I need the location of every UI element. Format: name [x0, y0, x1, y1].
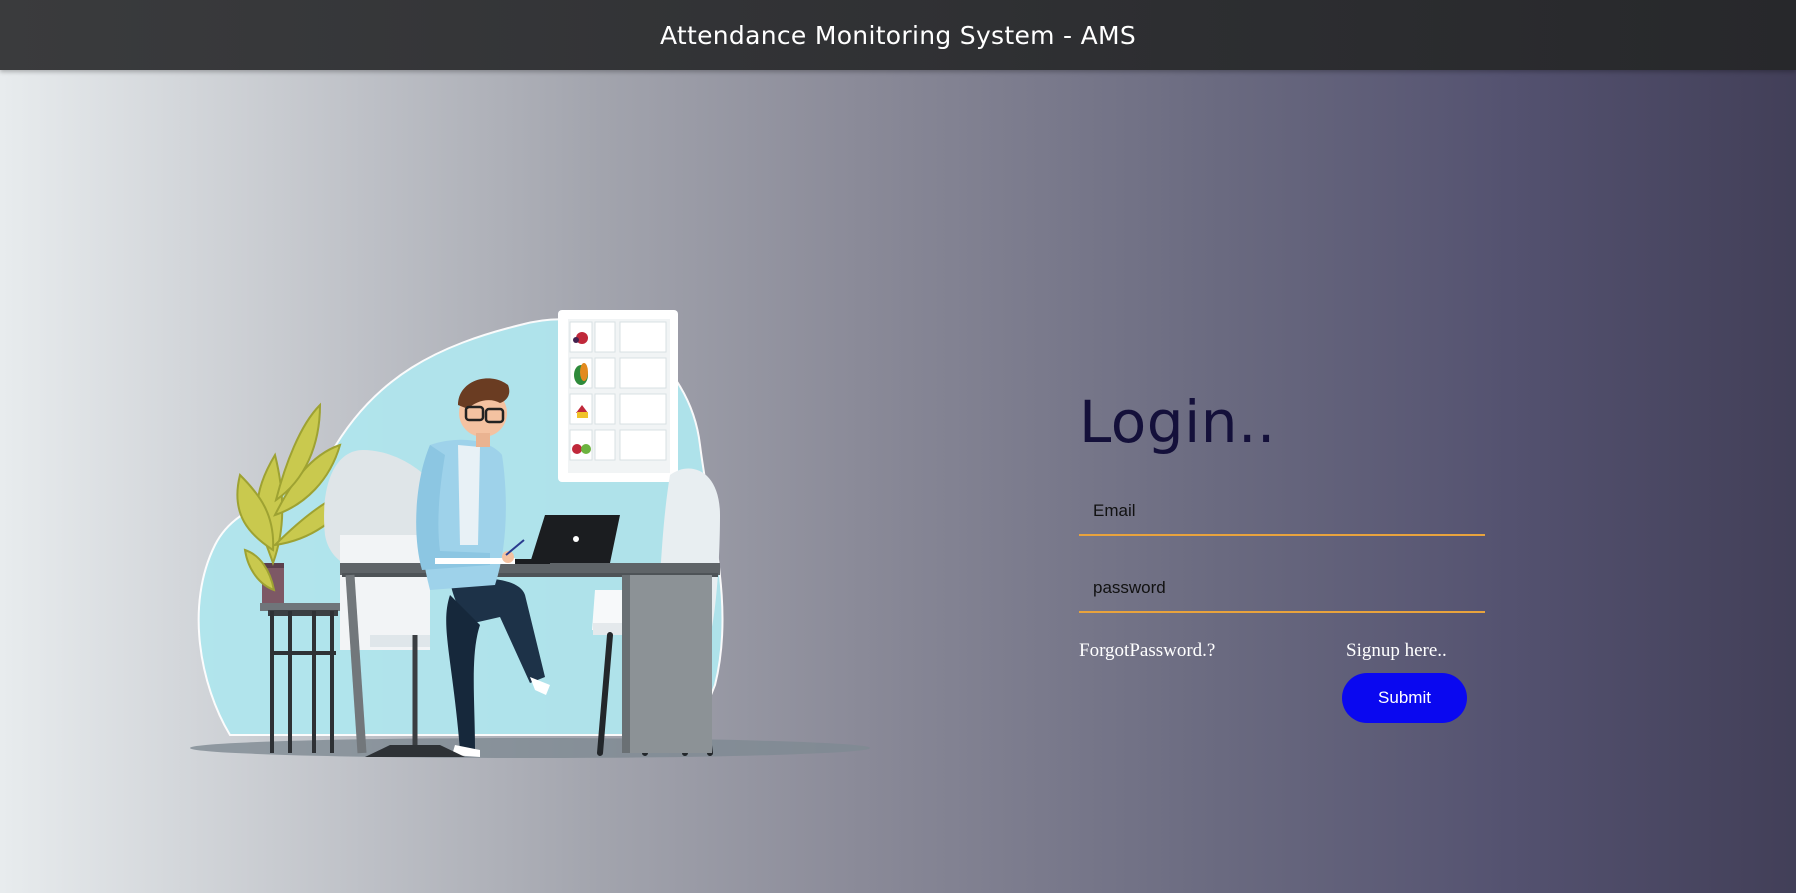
person-at-desk-illustration [190, 305, 880, 765]
forgot-password-link[interactable]: ForgotPassword.? [1079, 640, 1215, 662]
password-field[interactable] [1079, 565, 1485, 613]
email-field[interactable] [1079, 488, 1485, 536]
submit-button[interactable]: Submit [1342, 673, 1467, 723]
signup-link[interactable]: Signup here.. [1346, 640, 1447, 662]
page-title: Attendance Monitoring System - AMS [659, 20, 1137, 50]
login-form: Login.. ForgotPassword.? Signup here.. S… [1079, 388, 1485, 728]
top-header: Attendance Monitoring System - AMS [0, 0, 1796, 70]
login-heading: Login.. [1079, 388, 1276, 456]
